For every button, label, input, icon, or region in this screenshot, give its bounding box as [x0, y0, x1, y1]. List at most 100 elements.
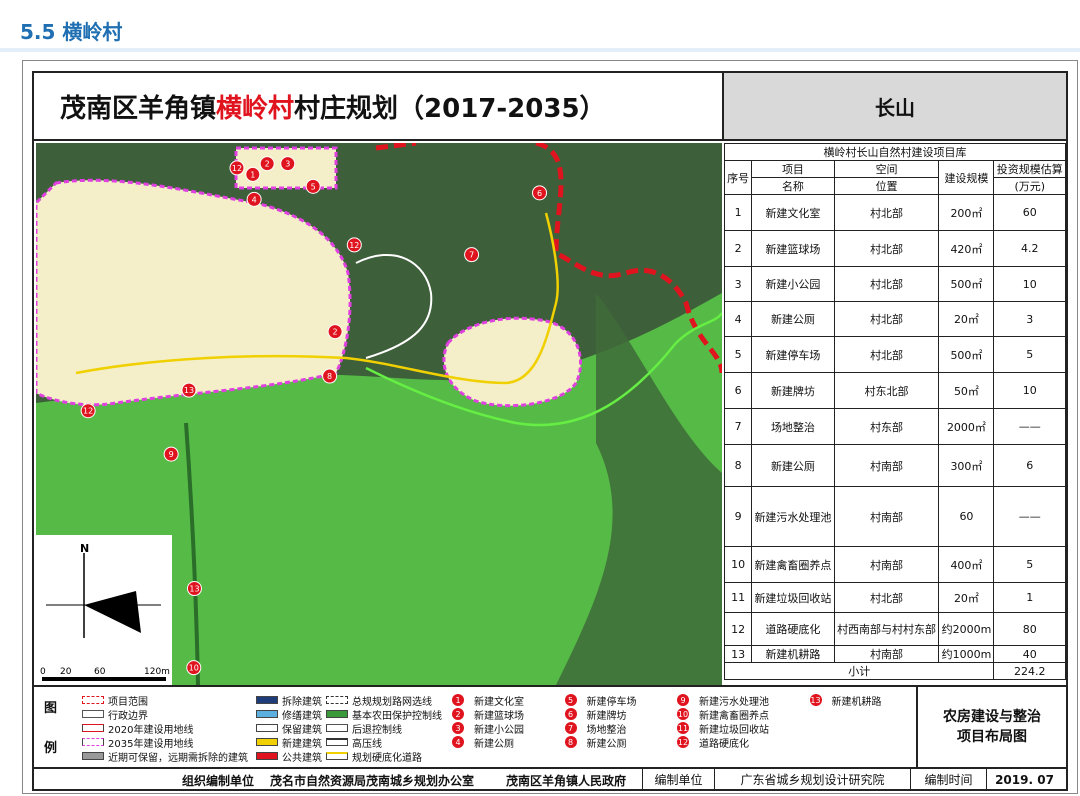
table-cell-seq: 7 — [724, 408, 753, 445]
table-cell-seq: 10 — [724, 546, 753, 583]
col-header-invest-sub: (万元) — [993, 177, 1066, 195]
legend-project-number: 10 — [677, 708, 689, 720]
table-cell-loc: 村南部 — [833, 444, 940, 487]
map-subtitle: 农房建设与整治 项目布局图 — [918, 685, 1066, 767]
table-cell-scale: 约2000m — [938, 612, 995, 646]
table-cell-invest: —— — [993, 486, 1066, 547]
legend-building-label: 修缮建筑 — [282, 710, 322, 722]
footer-compiler-label: 编制单位 — [642, 769, 714, 791]
legend-project-item: 2 新建篮球场 — [452, 707, 555, 722]
table-cell-loc: 村东北部 — [833, 372, 940, 409]
table-cell-name: 新建机耕路 — [751, 645, 835, 663]
table-cell-scale: 60 — [938, 486, 995, 547]
col-header-space-sub: 位置 — [833, 177, 940, 195]
table-cell-loc: 村南部 — [833, 486, 940, 547]
table-cell-name: 新建污水处理池 — [751, 486, 835, 547]
table-cell-loc: 村东部 — [833, 408, 940, 445]
table-row: 10 新建禽畜圈养点 村南部 400㎡ 5 — [724, 546, 1066, 583]
legend-boundary-swatch-icon — [82, 724, 104, 732]
title-highlight: 横岭村 — [216, 93, 295, 124]
table-cell-invest: —— — [993, 408, 1066, 445]
legend-project-item: 4 新建公厕 — [452, 735, 555, 750]
table-cell-loc: 村北部 — [833, 582, 940, 613]
legend-project-number: 1 — [452, 694, 464, 706]
legend-building-label: 公共建筑 — [282, 752, 322, 764]
legend-project-label: 新建公厕 — [586, 738, 627, 750]
col-header-item: 项目 — [751, 160, 835, 178]
place-name: 长山 — [724, 73, 1066, 141]
table-cell-name: 新建垃圾回收站 — [751, 582, 835, 613]
table-cell-invest: 1 — [993, 582, 1066, 613]
legend-project-number: 13 — [809, 694, 822, 706]
table-cell-invest: 6 — [993, 444, 1066, 487]
scale-label-0: 0 — [40, 667, 46, 677]
table-cell-name: 新建篮球场 — [751, 230, 835, 267]
legend-building-item: 保留建筑 — [256, 721, 322, 736]
table-row: 9 新建污水处理池 村南部 60 —— — [724, 486, 1066, 547]
table-row: 13 新建机耕路 村南部 约1000m 40 — [724, 645, 1066, 663]
project-marker-label: 2 — [265, 160, 270, 169]
table-cell-seq: 5 — [724, 336, 753, 373]
legend-line-label: 总规规划路网选线 — [352, 696, 432, 708]
legend-boundary-label: 2020年建设用地线 — [108, 724, 194, 736]
table-cell-name: 新建禽畜圈养点 — [751, 546, 835, 583]
table-cell-loc: 村北部 — [833, 301, 940, 337]
legend-project-label: 场地整治 — [586, 724, 627, 736]
legend-project-label: 新建污水处理池 — [699, 696, 769, 708]
table-cell-scale: 300㎡ — [938, 444, 995, 487]
table-row: 12 道路硬底化 村西南部与村村东部 约2000m 80 — [724, 612, 1066, 646]
legend-project-number: 9 — [677, 694, 689, 706]
table-cell-seq: 1 — [724, 194, 753, 231]
project-marker-label: 12 — [349, 241, 359, 250]
project-marker-label: 12 — [83, 407, 93, 416]
legend-boundary-item: 2035年建设用地线 — [82, 735, 248, 750]
legend-boundary-label: 2035年建设用地线 — [108, 738, 194, 750]
table-cell-scale: 200㎡ — [938, 194, 995, 231]
legend-project-number: 3 — [452, 722, 464, 734]
col-header-scale: 建设规模 — [938, 160, 995, 195]
project-marker-label: 8 — [327, 372, 332, 381]
scale-label-2: 60 — [94, 667, 106, 677]
legend-boundary-swatch-icon — [82, 710, 104, 718]
table-cell-name: 场地整治 — [751, 408, 835, 445]
legend-line-column: 总规规划路网选线 基本农田保护控制线 后退控制线 高压线 规划硬底化道路 — [326, 693, 442, 764]
legend-building-label: 保留建筑 — [282, 724, 322, 736]
table-cell-loc: 村北部 — [833, 266, 940, 302]
legend-project-item: 6 新建牌坊 — [564, 707, 668, 722]
footer-compiler: 广东省城乡规划设计研究院 — [714, 769, 910, 791]
table-cell-scale: 约1000m — [938, 645, 995, 663]
legend-boundary-swatch-icon — [82, 752, 104, 760]
legend-building-swatch-icon — [256, 724, 278, 732]
table-cell-name: 道路硬底化 — [751, 612, 835, 646]
legend-project-number: 6 — [564, 708, 577, 720]
scale-label-1: 20 — [60, 667, 72, 677]
project-marker-label: 12 — [232, 164, 242, 173]
title-prefix: 茂南区羊角镇 — [60, 93, 217, 124]
footer: 组织编制单位 茂名市自然资源局茂南城乡规划办公室 茂南区羊角镇人民政府 编制单位… — [34, 767, 1066, 791]
table-cell-seq: 2 — [724, 230, 753, 267]
legend-line-item: 高压线 — [326, 735, 442, 750]
project-marker-label: 10 — [189, 664, 199, 673]
table-cell-seq: 3 — [724, 266, 753, 302]
project-marker-label: 4 — [252, 195, 257, 204]
table-cell-invest: 10 — [993, 372, 1066, 409]
legend-project-label: 新建篮球场 — [474, 710, 524, 722]
col-header-invest: 投资规模估算 — [993, 160, 1066, 178]
table-cell-scale: 500㎡ — [938, 266, 995, 302]
project-marker-label: 7 — [469, 251, 474, 260]
table-cell-loc: 村西南部与村村东部 — [833, 612, 940, 646]
legend-project-item: 8 新建公厕 — [564, 735, 668, 750]
project-marker-label: 2 — [333, 328, 338, 337]
subtotal-label: 小计 — [724, 662, 995, 680]
table-cell-loc: 村南部 — [833, 546, 940, 583]
table-cell-invest: 60 — [993, 194, 1066, 231]
legend-line-item: 基本农田保护控制线 — [326, 707, 442, 722]
footer-org-label: 组织编制单位 — [181, 773, 254, 788]
legend-project-number: 4 — [452, 736, 464, 748]
legend-building-swatch-icon — [256, 696, 278, 704]
legend-line-label: 规划硬底化道路 — [352, 752, 422, 764]
legend-project-label: 新建停车场 — [586, 696, 637, 708]
legend-project-item: 10 新建禽畜圈养点 — [677, 707, 800, 722]
legend-boundary-item: 近期可保留，远期需拆除的建筑 — [82, 749, 248, 764]
legend-boundary-label: 近期可保留，远期需拆除的建筑 — [108, 752, 248, 764]
